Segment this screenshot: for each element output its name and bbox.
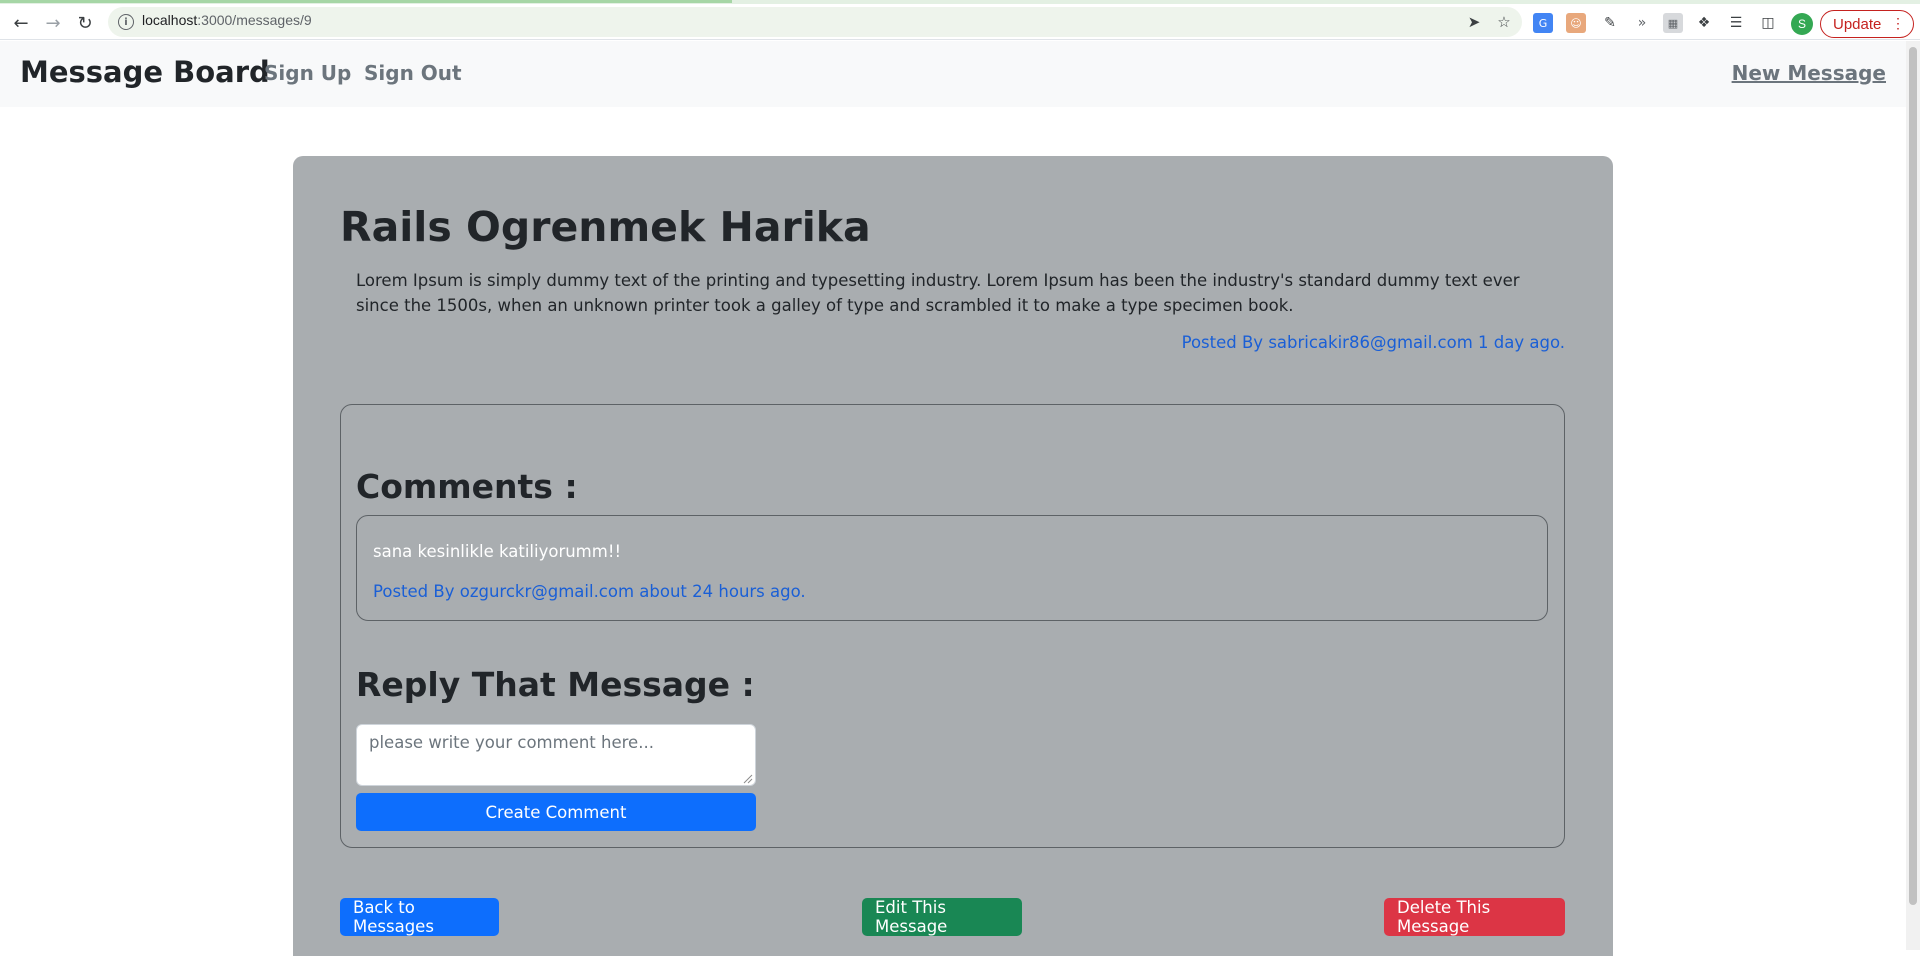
back-arrow-icon[interactable]: ← (8, 10, 34, 36)
forward-arrow-icon[interactable]: → (40, 10, 66, 36)
reply-heading: Reply That Message : (356, 665, 755, 704)
delete-message-button[interactable]: Delete This Message (1384, 898, 1565, 936)
app-navbar: Message Board Sign Up Sign Out New Messa… (0, 41, 1906, 107)
send-icon[interactable]: ➤ (1464, 12, 1484, 32)
translate-extension-icon[interactable]: G (1533, 13, 1553, 33)
loading-indicator (0, 0, 732, 3)
message-card: Rails Ogrenmek Harika Lorem Ipsum is sim… (293, 156, 1613, 956)
chevrons-extension-icon[interactable]: » (1632, 13, 1652, 33)
edit-message-button[interactable]: Edit This Message (862, 898, 1022, 936)
pen-extension-icon[interactable]: ✎ (1600, 13, 1620, 33)
message-meta: Posted By sabricakir86@gmail.com 1 day a… (1181, 333, 1565, 352)
page-scrollbar[interactable] (1906, 41, 1920, 950)
comment-item: sana kesinlikle katiliyorumm!! Posted By… (356, 515, 1548, 621)
extension-face-icon[interactable]: ☺ (1566, 13, 1586, 33)
url-path: :3000/messages/9 (197, 12, 312, 28)
create-comment-button[interactable]: Create Comment (356, 793, 756, 831)
message-title: Rails Ogrenmek Harika (340, 203, 871, 251)
more-menu-icon: ⋮ (1891, 15, 1905, 31)
comment-textarea[interactable] (356, 724, 756, 786)
side-panel-icon[interactable]: ◫ (1758, 13, 1778, 33)
profile-avatar[interactable]: S (1791, 13, 1813, 35)
update-label: Update (1833, 15, 1882, 33)
message-body: Lorem Ipsum is simply dummy text of the … (356, 271, 1520, 315)
bookmark-star-icon[interactable]: ☆ (1494, 12, 1514, 32)
browser-toolbar: ← → ↻ i localhost:3000/messages/9 ➤ ☆ G … (0, 4, 1920, 40)
comment-text: sana kesinlikle katiliyorumm!! (373, 542, 622, 561)
media-queue-icon[interactable]: ☰ (1726, 13, 1746, 33)
url-host: localhost (142, 12, 198, 28)
new-message-link[interactable]: New Message (1732, 61, 1886, 85)
comments-section: Comments : sana kesinlikle katiliyorumm!… (340, 404, 1565, 848)
image-extension-icon[interactable]: ▦ (1663, 13, 1683, 33)
resize-grip-icon[interactable] (741, 772, 753, 784)
nav-sign-up-link[interactable]: Sign Up (264, 61, 351, 85)
nav-sign-out-link[interactable]: Sign Out (364, 61, 462, 85)
comment-meta: Posted By ozgurckr@gmail.com about 24 ho… (373, 582, 806, 601)
brand-link[interactable]: Message Board (20, 55, 270, 89)
address-bar[interactable]: i localhost:3000/messages/9 ➤ ☆ (108, 7, 1522, 37)
comments-heading: Comments : (356, 467, 578, 506)
site-info-icon[interactable]: i (118, 14, 134, 30)
reload-icon[interactable]: ↻ (72, 10, 98, 36)
url-text[interactable]: localhost:3000/messages/9 (142, 12, 312, 28)
update-button[interactable]: Update ⋮ (1820, 10, 1914, 38)
extensions-puzzle-icon[interactable]: ❖ (1694, 13, 1714, 33)
back-to-messages-button[interactable]: Back to Messages (340, 898, 499, 936)
scrollbar-thumb[interactable] (1909, 47, 1917, 905)
